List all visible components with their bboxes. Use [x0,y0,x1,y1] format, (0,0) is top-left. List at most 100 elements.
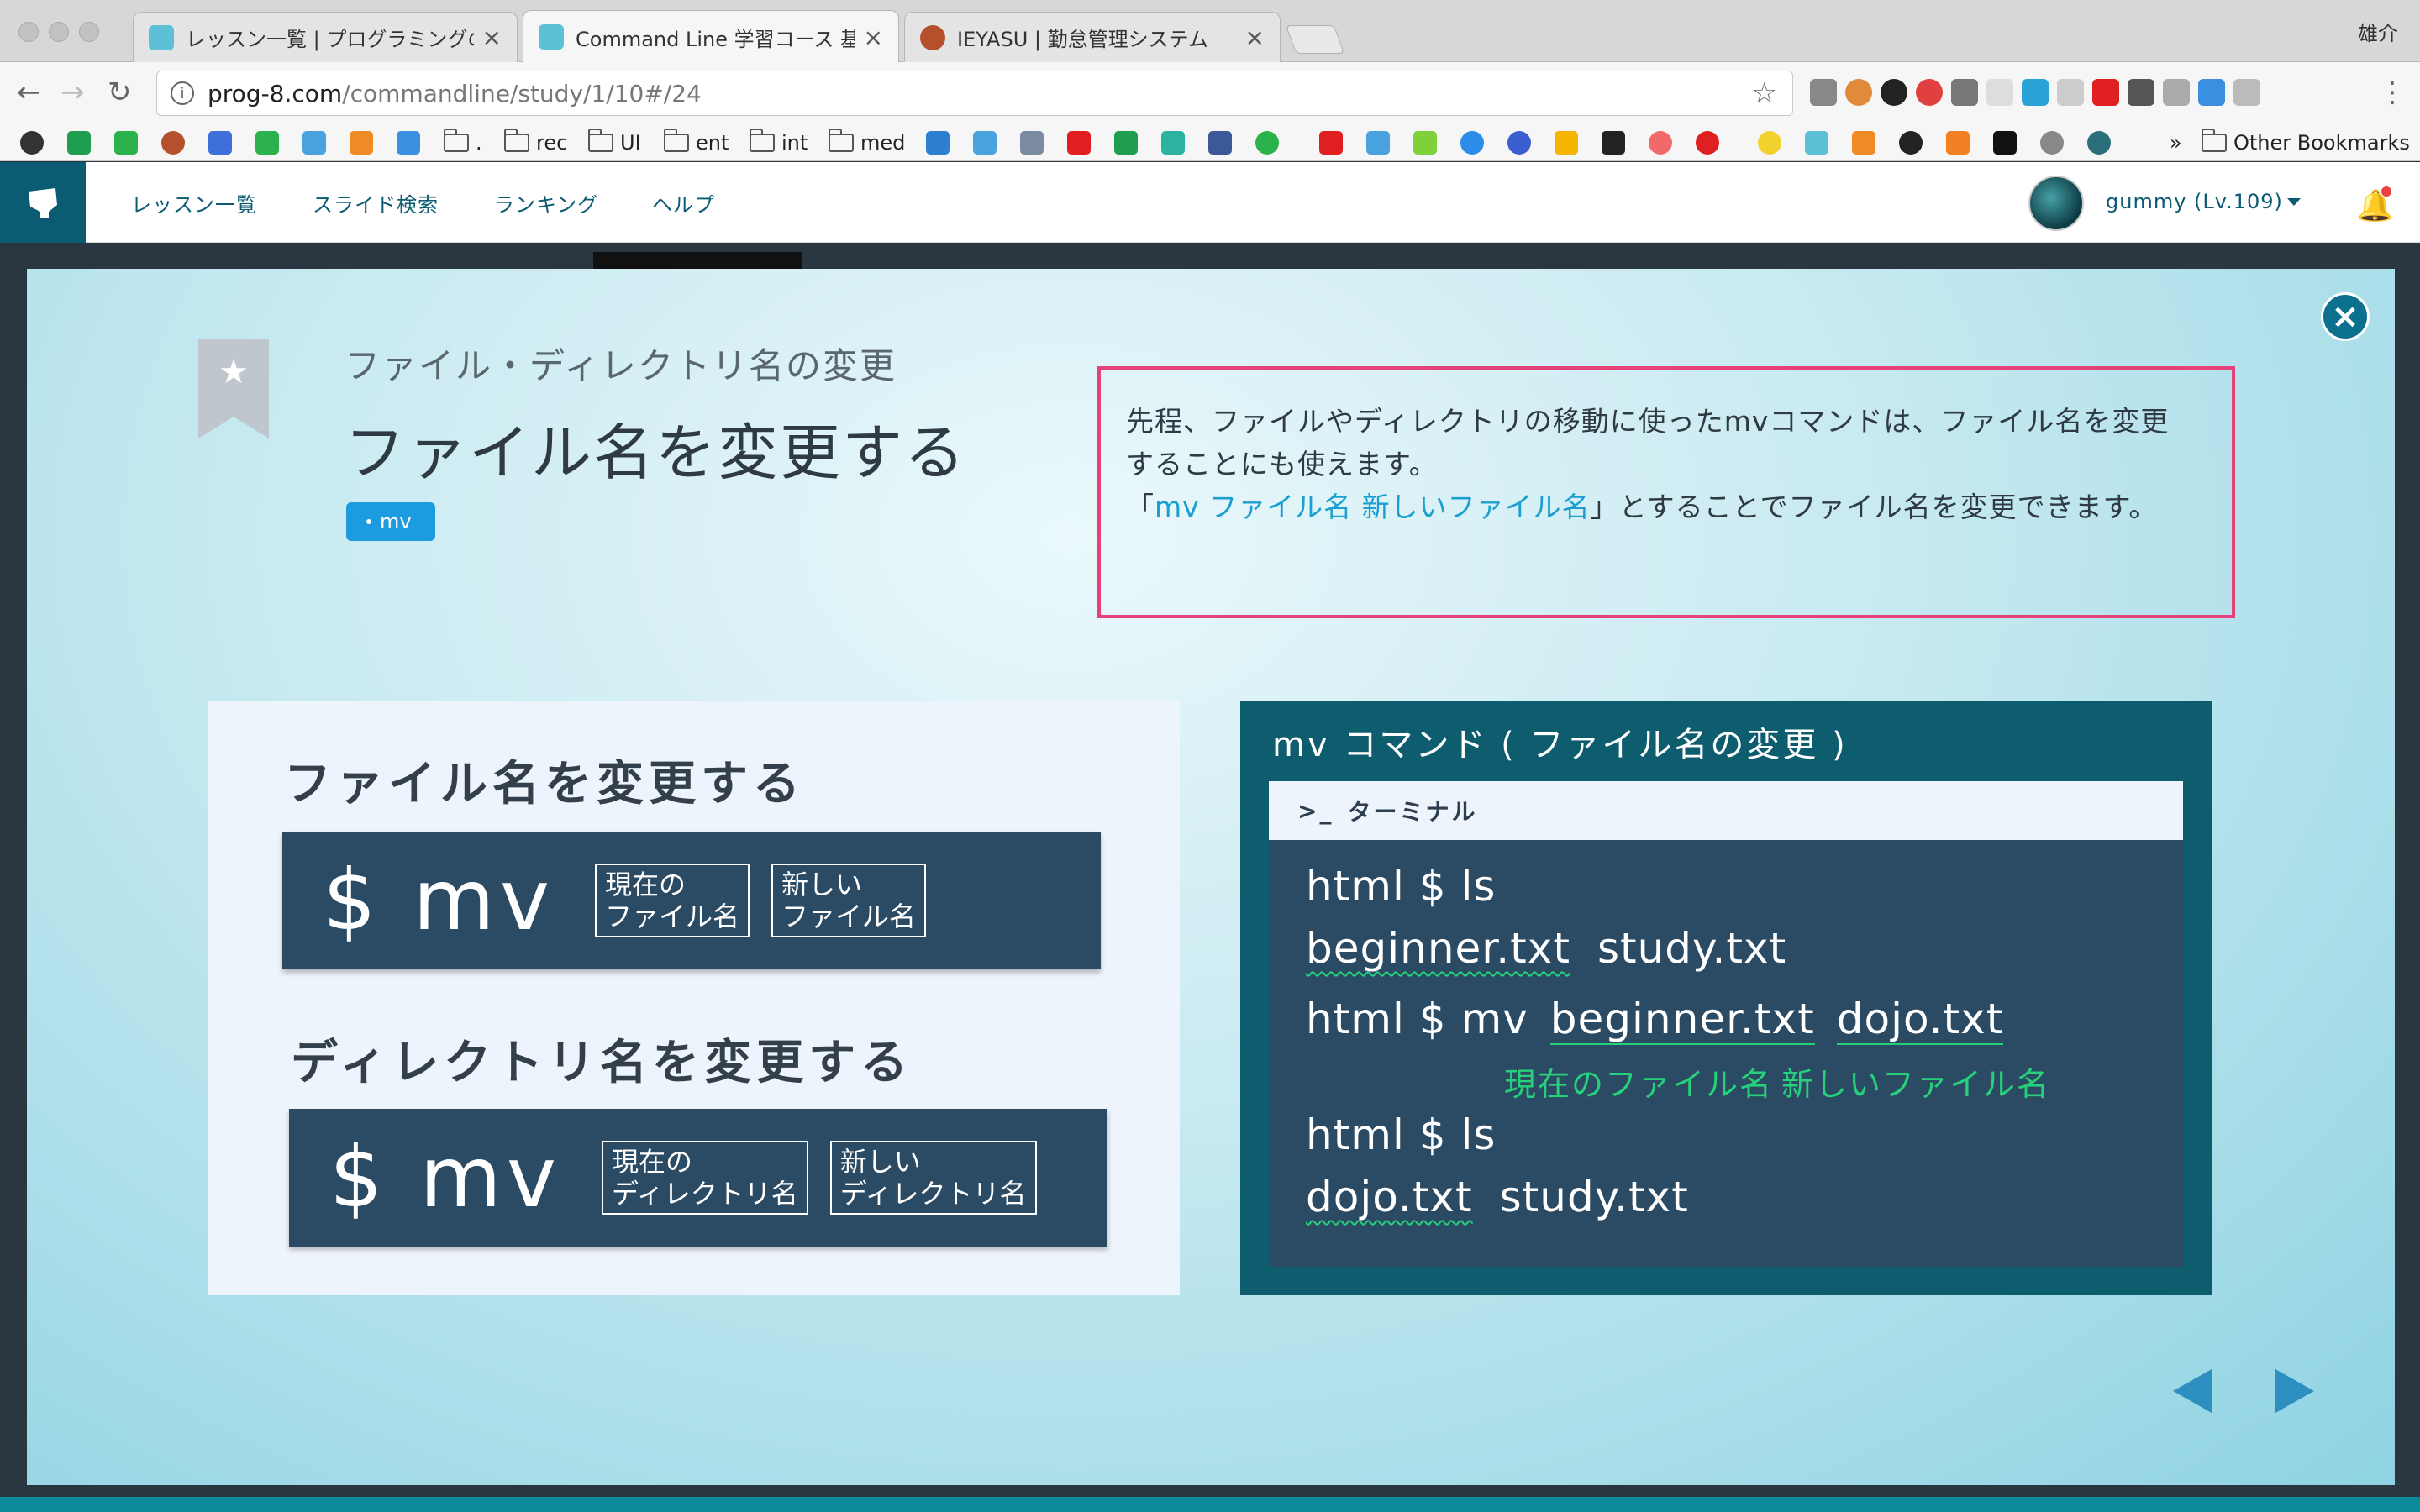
bookmark-headphones[interactable] [20,130,50,155]
window-close-button[interactable] [18,22,39,42]
file-rename-heading: ファイル名を変更する [284,757,805,811]
bookmark-app-24[interactable] [2040,130,2070,155]
mail-extension-icon[interactable] [1810,79,1837,106]
site-info-icon[interactable]: i [171,81,194,105]
bookmark-v[interactable] [302,130,333,155]
close-slide-button[interactable]: × [2321,292,2370,341]
bookmark-blue[interactable] [397,130,427,155]
bookmark-folder-rec[interactable]: rec [504,129,567,155]
new-tab-button[interactable] [1285,25,1345,54]
bookmark-app-21[interactable] [1899,130,1929,155]
forward-button[interactable]: → [60,77,85,108]
bookmark-app-12[interactable] [1460,130,1491,155]
recycle-extension-icon[interactable] [1951,79,1978,106]
bookmark-app-14[interactable] [1555,130,1585,155]
bookmark-app-2[interactable] [973,130,1003,155]
address-bar[interactable]: i prog-8.com/commandline/study/1/10#/24 … [156,71,1793,116]
cloud-extension-icon[interactable] [2233,79,2260,106]
hand-extension-icon[interactable] [2163,79,2190,106]
next-slide-arrow-icon[interactable] [2275,1369,2314,1413]
bookmark-app-15[interactable] [1602,130,1632,155]
window-zoom-button[interactable] [79,22,99,42]
download-orange-icon [1852,131,1876,155]
bookmark-app-4[interactable] [1067,130,1097,155]
tab-close-icon[interactable]: × [864,24,883,51]
bookmark-app-17[interactable] [1696,130,1726,155]
bookmark-app-19[interactable] [1805,130,1835,155]
browser-menu-button[interactable]: ⋮ [2378,77,2407,108]
window-minimize-button[interactable] [49,22,69,42]
terminal-icon: >_ [1297,796,1334,825]
tab-close-icon[interactable]: × [482,24,502,51]
bookmark-app-11[interactable] [1413,130,1444,155]
bookmark-folder-ui[interactable]: UI [588,129,641,155]
prev-slide-arrow-icon[interactable] [2173,1369,2212,1413]
bookmark-flower[interactable] [208,130,239,155]
m-icon [1319,131,1343,155]
browser-tab-lessons[interactable]: レッスン一覧 | プログラミングの入 × [133,12,518,62]
evernote-extension-icon[interactable] [2128,79,2154,106]
profile-name[interactable]: 雄介 [2358,17,2398,46]
terminal-line: html $ ls [1306,1110,1497,1159]
nav-slide-search[interactable]: スライド検索 [313,188,439,218]
m-green-icon [1413,131,1437,155]
reload-button[interactable]: ↻ [108,77,132,108]
drive-icon [1555,131,1578,155]
browser-tab-command-line[interactable]: Command Line 学習コース 基礎 × [523,10,899,63]
bookmark-b[interactable] [114,130,145,155]
slide-title: ファイル名を変更する [345,417,967,488]
other-bookmarks-folder[interactable]: Other Bookmarks [2202,129,2410,155]
nav-lessons[interactable]: レッスン一覧 [131,188,257,218]
star-icon: ★ [218,353,249,391]
bookmark-star-icon[interactable]: ☆ [1752,76,1777,110]
progate-logo[interactable] [0,162,86,243]
annotation-new-file: 新しいファイル名 [1781,1066,2051,1103]
bookmark-app-25[interactable] [2087,130,2118,155]
tab-close-icon[interactable]: × [1245,24,1265,51]
vimeo-extension-icon[interactable] [2022,79,2049,106]
dir-rename-command-box: $ mv 現在の ディレクトリ名 新しい ディレクトリ名 [289,1109,1107,1247]
bookmarks-overflow-button[interactable]: » [2170,130,2182,155]
bookmark-app-7[interactable] [1208,130,1239,155]
bookmark-app-18[interactable] [1758,130,1788,155]
bookmark-app-23[interactable] [1993,130,2023,155]
bookmark-app-8[interactable] [1255,130,1286,155]
nav-ranking[interactable]: ランキング [494,188,598,218]
tag-badge[interactable]: mv [346,502,435,541]
bookmark-app-6[interactable] [1161,130,1192,155]
chevron-down-icon[interactable] [2287,198,2301,206]
blue-app-icon [397,131,420,155]
bookmark-app-20[interactable] [1852,130,1882,155]
bookmark-folder-ent[interactable]: ent [664,129,729,155]
bookmark-ieyasu[interactable] [161,130,192,155]
bookmark-app-22[interactable] [1946,130,1976,155]
user-name[interactable]: gummy (Lv.109) [2106,190,2283,213]
puzzle-extension-icon[interactable] [1986,79,2013,106]
v-icon [302,131,326,155]
bookmark-app-5[interactable] [1114,130,1144,155]
drive-extension-icon[interactable] [2057,79,2084,106]
pocket-extension-icon[interactable] [1916,79,1943,106]
bookmark-folder-med[interactable]: med [829,129,905,155]
bookmark-app-9[interactable] [1319,130,1349,155]
bookmark-folder-dot[interactable]: . [444,129,482,155]
bookmark-app-16[interactable] [1649,130,1679,155]
bookmark-sheets[interactable] [67,130,97,155]
download-extension-icon[interactable] [2198,79,2225,106]
t-icon [1067,131,1091,155]
bookmark-folder-int[interactable]: int [750,129,808,155]
arg-current-file: 現在の ファイル名 [595,864,750,937]
back-button[interactable]: ← [17,77,41,108]
bookmark-app-1[interactable] [926,130,956,155]
gear-extension-icon[interactable] [1881,79,1907,106]
browser-tab-ieyasu[interactable]: IEYASU | 勤怠管理システム × [904,12,1281,62]
youtube-extension-icon[interactable] [2092,79,2119,106]
chart-extension-icon[interactable] [1845,79,1872,106]
avatar[interactable] [2028,176,2084,231]
bookmark-orange[interactable] [350,130,380,155]
bookmark-app-10[interactable] [1366,130,1397,155]
bookmark-app-3[interactable] [1020,130,1050,155]
bookmark-app-13[interactable] [1507,130,1538,155]
nav-help[interactable]: ヘルプ [652,188,715,218]
bookmark-green[interactable] [255,130,286,155]
